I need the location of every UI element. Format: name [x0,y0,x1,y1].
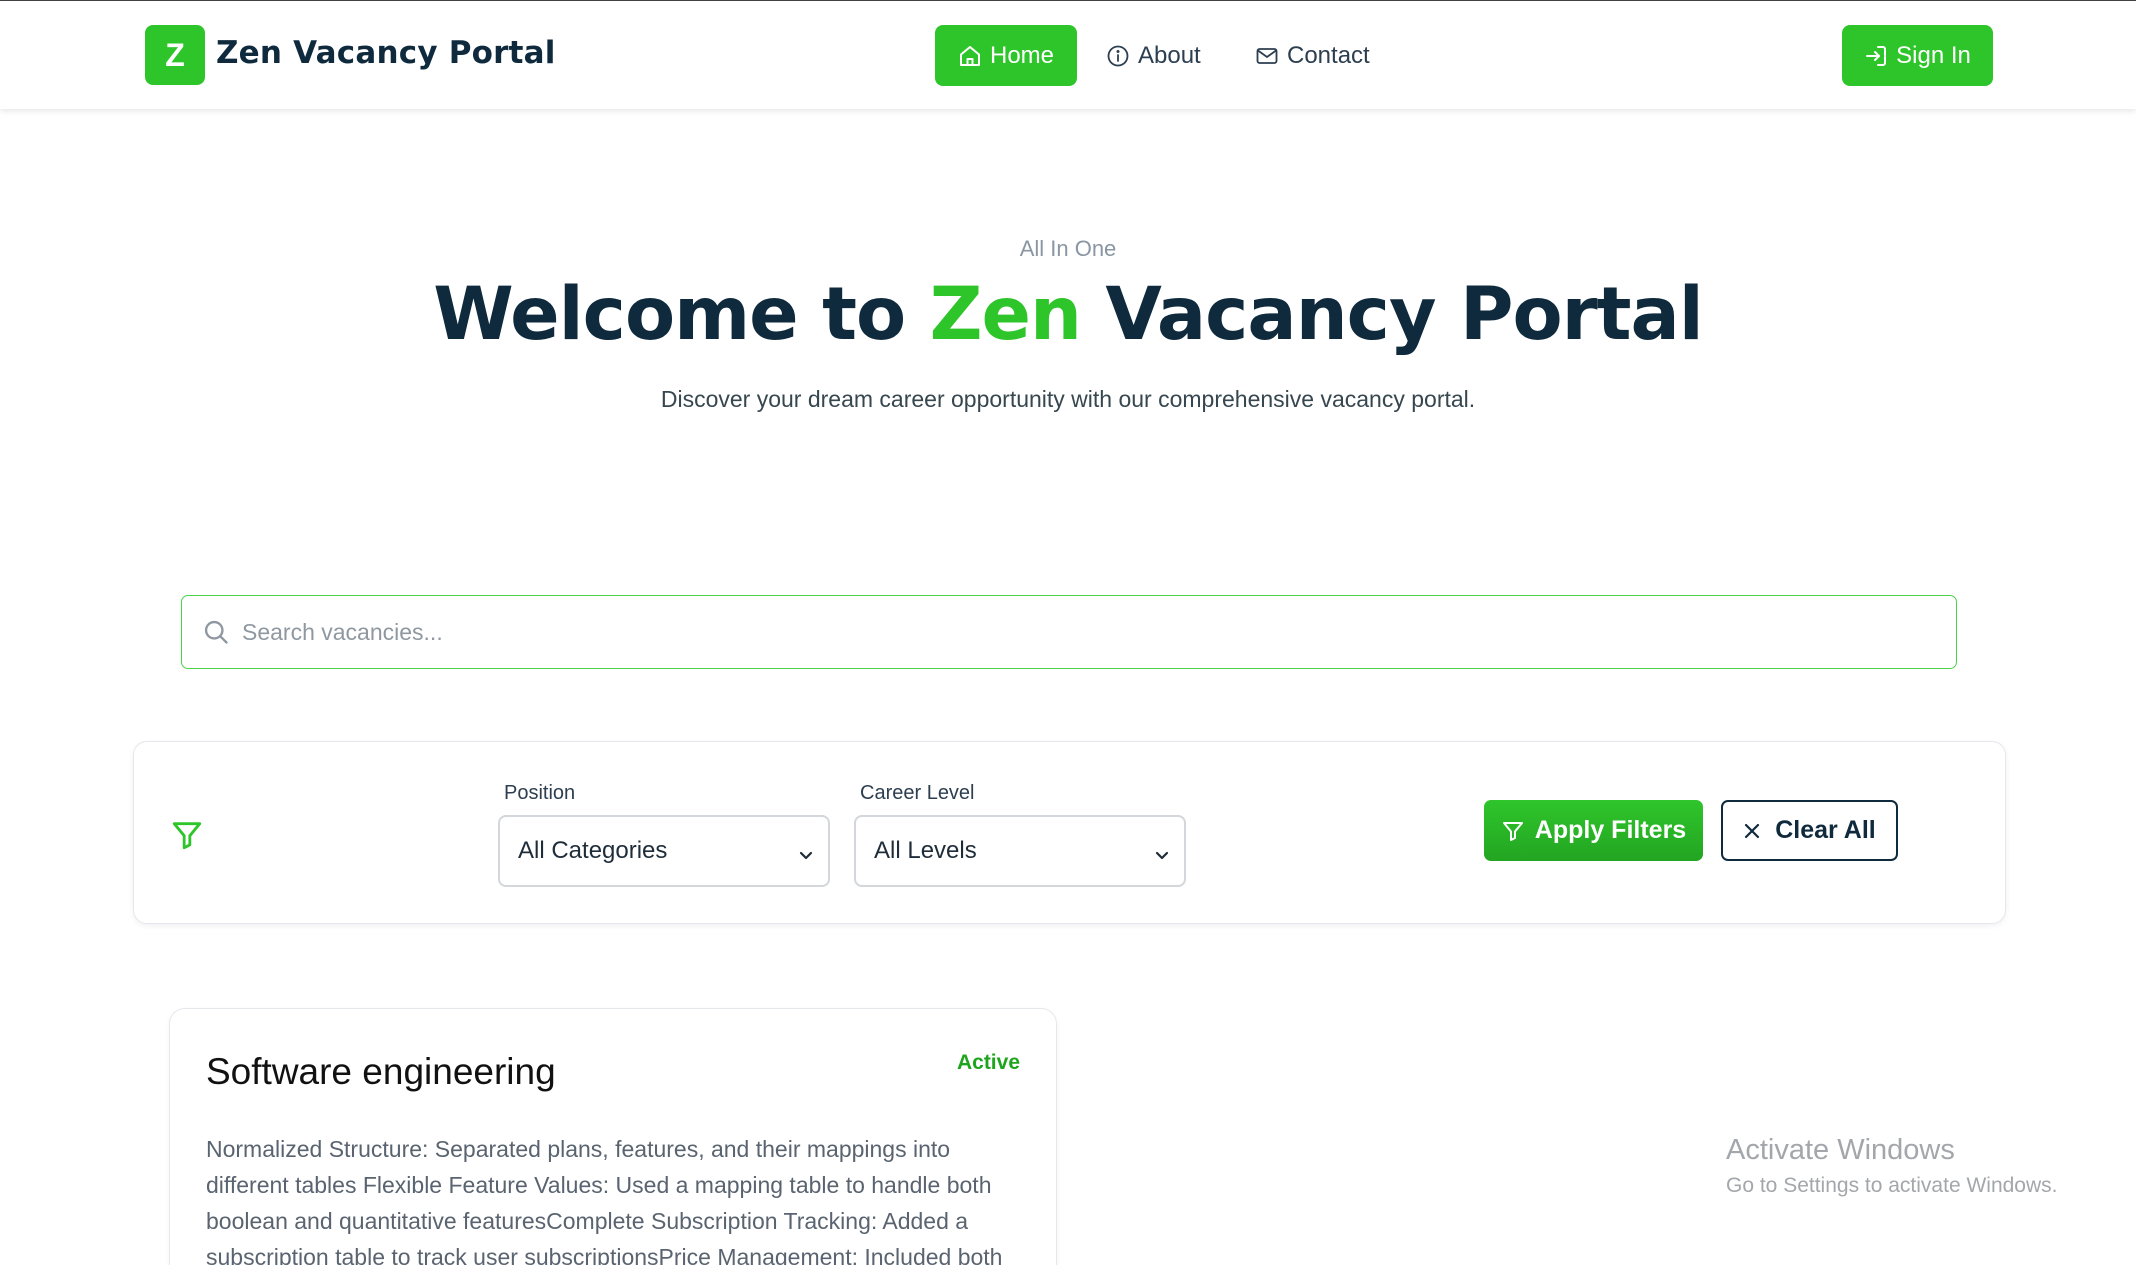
apply-filters-label: Apply Filters [1534,816,1687,844]
hero-title-accent: Zen [929,272,1082,357]
chevron-down-icon [1155,851,1169,860]
nav-home-label: Home [989,41,1055,69]
filter-icon [1502,821,1523,841]
filter-panel: Position All Categories Career Level All… [133,741,2006,924]
position-select-value: All Categories [518,837,668,864]
info-icon [1107,45,1129,66]
career-level-select[interactable]: All Levels [854,815,1186,887]
nav-about-label: About [1138,41,1201,69]
apply-filters-button[interactable]: Apply Filters [1484,800,1703,861]
search-input[interactable] [242,618,1842,646]
mail-icon [1256,47,1278,64]
job-card[interactable]: Software engineering Active Normalized S… [169,1008,1057,1265]
sign-in-button[interactable]: Sign In [1842,25,1993,86]
position-label: Position [504,782,576,804]
nav-contact-link[interactable]: Contact [1255,25,1370,86]
career-level-label: Career Level [860,782,975,804]
nav-contact-label: Contact [1287,41,1370,69]
activation-watermark-subtitle: Go to Settings to activate Windows. [1726,1174,2058,1197]
status-badge: Active [956,1051,1020,1074]
clear-all-label: Clear All [1775,816,1876,844]
job-description: Normalized Structure: Separated plans, f… [206,1136,1003,1265]
hero-eyebrow: All In One [1019,236,1117,261]
sign-in-label: Sign In [1896,41,1971,69]
site-header: Z Zen Vacancy Portal Home About Contact … [0,1,2136,109]
brand-name[interactable]: Zen Vacancy Portal [216,35,556,71]
chevron-down-icon [799,851,813,860]
hero-title-suffix: Vacancy Portal [1080,272,1703,357]
position-select[interactable]: All Categories [498,815,830,887]
career-level-select-value: All Levels [874,837,977,864]
sign-in-icon [1866,45,1887,66]
filter-icon [172,822,202,850]
logo-letter: Z [165,36,185,73]
hero-subtitle: Discover your dream career opportunity w… [660,386,1476,412]
search-bar[interactable] [181,595,1957,669]
close-icon [1745,823,1760,838]
logo[interactable]: Z [145,25,205,85]
clear-all-button[interactable]: Clear All [1721,800,1898,861]
job-title[interactable]: Software engineering [206,1051,556,1093]
search-icon [200,616,232,648]
hero-title: Welcome to Zen Vacancy Portal [0,272,2136,357]
nav-home-button[interactable]: Home [935,25,1077,86]
nav-about-link[interactable]: About [1106,25,1201,86]
hero-title-prefix: Welcome to [433,272,930,357]
home-icon [959,45,980,66]
activation-watermark-title: Activate Windows [1726,1134,1955,1166]
